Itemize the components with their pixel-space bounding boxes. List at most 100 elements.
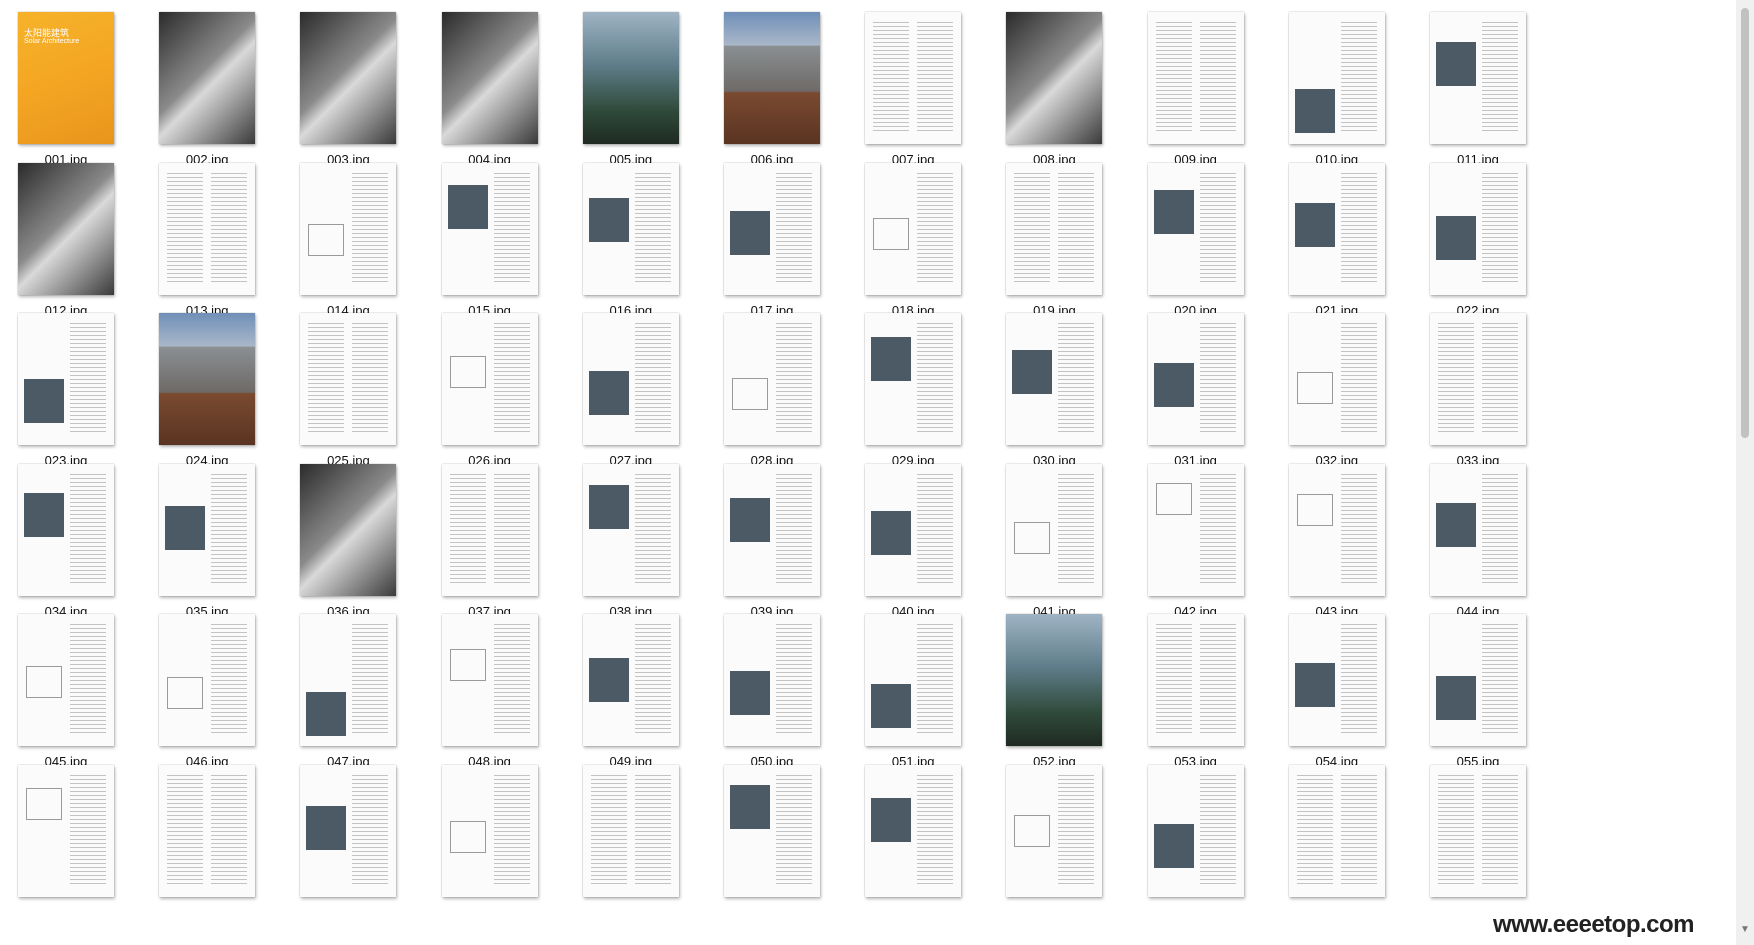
thumbnail-image[interactable] xyxy=(159,463,256,596)
file-item[interactable]: 030.jpg xyxy=(1006,313,1136,473)
file-item[interactable]: 029.jpg xyxy=(865,313,995,473)
file-item[interactable] xyxy=(1006,764,1136,925)
thumbnail-image[interactable] xyxy=(1430,313,1526,445)
file-item[interactable] xyxy=(1430,764,1560,925)
thumbnail-image[interactable] xyxy=(1288,313,1385,445)
thumbnail-image[interactable] xyxy=(865,162,962,295)
thumbnail-image[interactable] xyxy=(582,764,679,897)
thumbnail-image[interactable] xyxy=(1006,313,1103,445)
thumbnail-image[interactable] xyxy=(18,313,114,445)
file-item[interactable]: 026.jpg xyxy=(441,313,572,473)
file-item[interactable]: 太阳能建筑 Solar Architecture 001.jpg xyxy=(18,12,148,172)
file-item[interactable]: 028.jpg xyxy=(724,313,854,473)
file-item[interactable]: 041.jpg xyxy=(1006,463,1136,624)
thumbnail-image[interactable] xyxy=(1430,162,1526,295)
file-item[interactable] xyxy=(865,764,995,925)
thumbnail-image[interactable]: 太阳能建筑 Solar Architecture xyxy=(18,12,114,144)
thumbnail-image[interactable] xyxy=(1147,463,1244,596)
thumbnail-image[interactable] xyxy=(1430,614,1526,746)
thumbnail-image[interactable] xyxy=(300,463,397,596)
thumbnail-image[interactable] xyxy=(300,764,397,897)
file-item[interactable]: 054.jpg xyxy=(1288,614,1419,774)
thumbnail-image[interactable] xyxy=(159,162,256,295)
file-item[interactable]: 017.jpg xyxy=(724,162,854,323)
thumbnail-image[interactable] xyxy=(441,12,538,144)
thumbnail-image[interactable] xyxy=(724,614,820,746)
file-item[interactable] xyxy=(724,764,854,925)
file-item[interactable]: 046.jpg xyxy=(159,614,289,774)
file-item[interactable]: 039.jpg xyxy=(724,463,854,624)
file-item[interactable]: 027.jpg xyxy=(582,313,713,473)
file-item[interactable]: 002.jpg xyxy=(159,12,289,172)
thumbnail-image[interactable] xyxy=(441,614,538,746)
thumbnail-image[interactable] xyxy=(1288,162,1385,295)
thumbnail-image[interactable] xyxy=(1288,12,1385,144)
thumbnail-image[interactable] xyxy=(1147,12,1244,144)
thumbnail-image[interactable] xyxy=(300,313,397,445)
file-item[interactable]: 036.jpg xyxy=(300,463,430,624)
file-item[interactable]: 013.jpg xyxy=(159,162,289,323)
thumbnail-image[interactable] xyxy=(865,12,962,144)
thumbnail-image[interactable] xyxy=(724,12,820,144)
file-item[interactable]: 035.jpg xyxy=(159,463,289,624)
file-item[interactable]: 018.jpg xyxy=(865,162,995,323)
file-item[interactable]: 032.jpg xyxy=(1288,313,1419,473)
file-item[interactable]: 038.jpg xyxy=(582,463,713,624)
thumbnail-image[interactable] xyxy=(441,162,538,295)
thumbnail-image[interactable] xyxy=(159,12,256,144)
file-item[interactable]: 045.jpg xyxy=(18,614,148,774)
thumbnail-image[interactable] xyxy=(1430,12,1526,144)
file-item[interactable]: 015.jpg xyxy=(441,162,572,323)
file-item[interactable] xyxy=(582,764,713,925)
thumbnail-image[interactable] xyxy=(159,313,256,445)
file-item[interactable]: 022.jpg xyxy=(1430,162,1560,323)
thumbnail-image[interactable] xyxy=(18,614,114,746)
thumbnail-image[interactable] xyxy=(300,162,397,295)
thumbnail-image[interactable] xyxy=(582,313,679,445)
thumbnail-image[interactable] xyxy=(724,313,820,445)
file-item[interactable]: 006.jpg xyxy=(724,12,854,172)
file-item[interactable]: 024.jpg xyxy=(159,313,289,473)
thumbnail-image[interactable] xyxy=(18,764,114,897)
thumbnail-image[interactable] xyxy=(865,463,962,596)
file-item[interactable]: 012.jpg xyxy=(18,162,148,323)
file-item[interactable]: 049.jpg xyxy=(582,614,713,774)
vertical-scrollbar[interactable]: ▼ xyxy=(1736,0,1754,945)
thumbnail-image[interactable] xyxy=(1006,162,1103,295)
thumbnail-image[interactable] xyxy=(1006,12,1103,144)
file-item[interactable]: 033.jpg xyxy=(1430,313,1560,473)
file-item[interactable]: 051.jpg xyxy=(865,614,995,774)
thumbnail-image[interactable] xyxy=(159,614,256,746)
thumbnail-image[interactable] xyxy=(441,764,538,897)
thumbnail-image[interactable] xyxy=(1288,614,1385,746)
thumbnail-image[interactable] xyxy=(1006,463,1103,596)
file-item[interactable]: 007.jpg xyxy=(865,12,995,172)
file-item[interactable]: 047.jpg xyxy=(300,614,430,774)
file-item[interactable] xyxy=(300,764,430,925)
file-item[interactable]: 040.jpg xyxy=(865,463,995,624)
file-item[interactable] xyxy=(18,764,148,925)
file-item[interactable]: 019.jpg xyxy=(1006,162,1136,323)
file-item[interactable]: 048.jpg xyxy=(441,614,572,774)
thumbnail-image[interactable] xyxy=(865,614,962,746)
thumbnail-image[interactable] xyxy=(300,12,397,144)
thumbnail-image[interactable] xyxy=(18,463,114,596)
file-item[interactable]: 010.jpg xyxy=(1288,12,1419,172)
file-item[interactable]: 037.jpg xyxy=(441,463,572,624)
thumbnail-image[interactable] xyxy=(1288,764,1385,897)
file-item[interactable]: 042.jpg xyxy=(1147,463,1278,624)
file-item[interactable]: 025.jpg xyxy=(300,313,430,473)
thumbnail-image[interactable] xyxy=(1147,162,1244,295)
file-item[interactable]: 031.jpg xyxy=(1147,313,1278,473)
file-item[interactable]: 052.jpg xyxy=(1006,614,1136,774)
thumbnail-image[interactable] xyxy=(1147,614,1244,746)
file-item[interactable]: 034.jpg xyxy=(18,463,148,624)
file-item[interactable]: 053.jpg xyxy=(1147,614,1278,774)
thumbnail-image[interactable] xyxy=(582,614,679,746)
file-item[interactable]: 008.jpg xyxy=(1006,12,1136,172)
thumbnail-image[interactable] xyxy=(1288,463,1385,596)
thumbnail-image[interactable] xyxy=(1147,313,1244,445)
file-item[interactable] xyxy=(1288,764,1419,925)
file-item[interactable]: 005.jpg xyxy=(582,12,713,172)
file-item[interactable] xyxy=(159,764,289,925)
